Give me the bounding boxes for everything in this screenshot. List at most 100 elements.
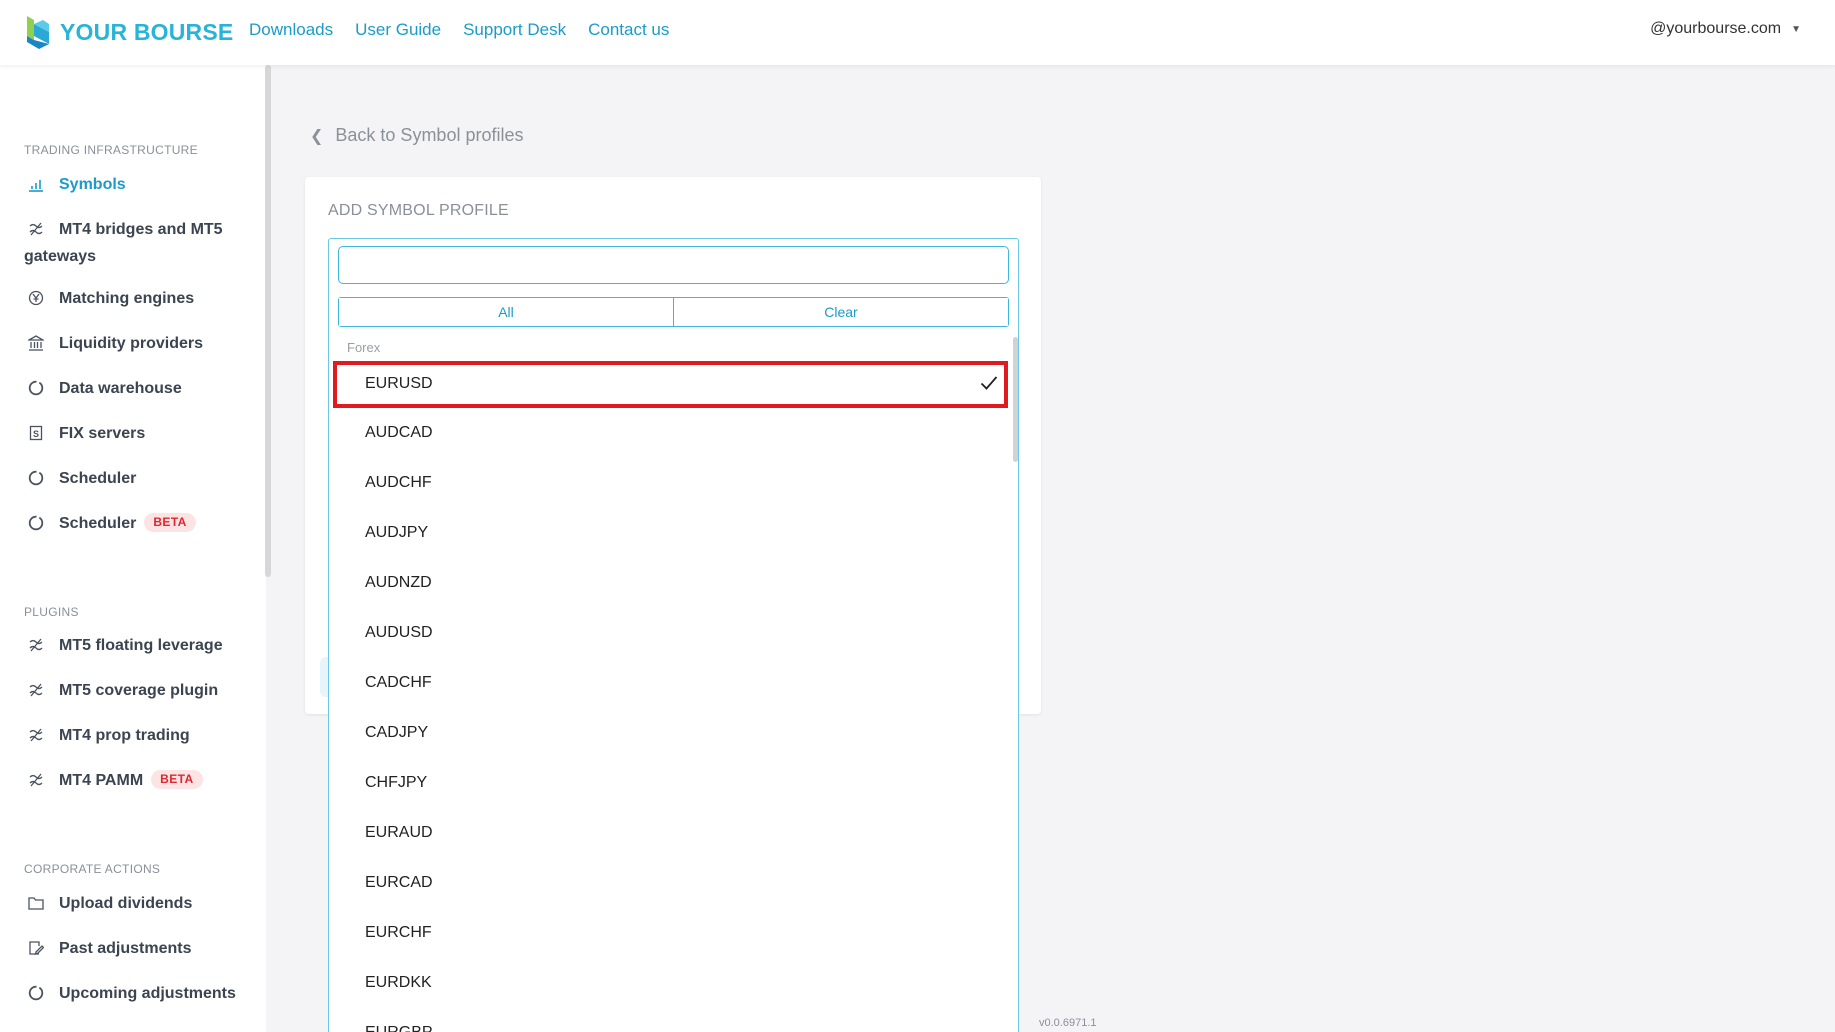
top-nav: Downloads User Guide Support Desk Contac… bbox=[249, 20, 691, 40]
bar-chart-icon bbox=[29, 180, 43, 192]
symbol-multiselect-dropdown: All Clear Forex EURUSD AUDCAD AUDCHF AUD… bbox=[328, 238, 1019, 1032]
brand-logo[interactable]: YOUR BOURSE bbox=[25, 14, 233, 50]
select-actions: All Clear bbox=[338, 297, 1009, 327]
option-chfjpy[interactable]: CHFJPY bbox=[329, 758, 1009, 808]
option-label: AUDNZD bbox=[365, 574, 432, 591]
option-cadjpy[interactable]: CADJPY bbox=[329, 708, 1009, 758]
bridge-icon bbox=[29, 773, 43, 787]
option-label: EURGBP bbox=[365, 1024, 433, 1032]
yen-circle-icon bbox=[28, 290, 44, 306]
option-eurusd[interactable]: EURUSD bbox=[333, 361, 1008, 408]
sidebar-section-title: TRADING INFRASTRUCTURE bbox=[24, 143, 198, 157]
sidebar-item-upload-dividends[interactable]: Upload dividends bbox=[28, 890, 253, 917]
checkmark-icon bbox=[980, 376, 998, 390]
top-header: YOUR BOURSE Downloads User Guide Support… bbox=[0, 0, 1835, 65]
option-audnzd[interactable]: AUDNZD bbox=[329, 558, 1009, 608]
sidebar-item-data-warehouse[interactable]: Data warehouse bbox=[28, 375, 253, 402]
nav-downloads[interactable]: Downloads bbox=[249, 20, 333, 40]
option-label: EURAUD bbox=[365, 824, 433, 841]
option-eurchf[interactable]: EURCHF bbox=[329, 908, 1009, 958]
sidebar-item-symbols[interactable]: Symbols bbox=[28, 171, 253, 198]
sidebar-item-mt5-coverage-plugin[interactable]: MT5 coverage plugin bbox=[28, 677, 253, 704]
circle-icon bbox=[28, 470, 44, 486]
sidebar-item-label: Upcoming adjustments bbox=[59, 985, 236, 1002]
option-label: EURCAD bbox=[365, 874, 433, 891]
circle-icon bbox=[28, 515, 44, 531]
bridge-icon bbox=[29, 728, 43, 742]
user-menu[interactable]: @yourbourse.com ▼ bbox=[1650, 20, 1801, 38]
clear-selection-button[interactable]: Clear bbox=[673, 298, 1008, 326]
nav-support-desk[interactable]: Support Desk bbox=[463, 20, 566, 40]
option-label: EURDKK bbox=[365, 974, 432, 991]
document-s-icon: S bbox=[29, 425, 43, 441]
option-list: EURUSD AUDCAD AUDCHF AUDJPY AUDNZD AUDUS… bbox=[329, 361, 1009, 1032]
back-link-label: Back to Symbol profiles bbox=[335, 125, 524, 145]
option-label: AUDCHF bbox=[365, 474, 432, 491]
option-eurgbp[interactable]: EURGBP bbox=[329, 1008, 1009, 1032]
sidebar-item-fix-servers[interactable]: S FIX servers bbox=[28, 420, 253, 447]
sidebar-item-upcoming-adjustments[interactable]: Upcoming adjustments bbox=[28, 980, 253, 1007]
option-audchf[interactable]: AUDCHF bbox=[329, 458, 1009, 508]
dropdown-scrollbar[interactable] bbox=[1013, 337, 1018, 462]
sidebar-item-bridges[interactable]: MT4 bridges and MT5 gateways bbox=[24, 216, 253, 270]
brand-name: YOUR BOURSE bbox=[60, 18, 234, 45]
logo-mark-icon bbox=[27, 16, 49, 49]
sidebar-item-label: MT4 prop trading bbox=[59, 727, 190, 744]
sidebar-item-label: Liquidity providers bbox=[59, 335, 204, 352]
sidebar-item-label: MT4 PAMM bbox=[59, 772, 144, 789]
bridge-icon bbox=[29, 638, 43, 652]
sidebar-item-label: FIX servers bbox=[59, 425, 146, 442]
sidebar-item-label-line2: gateways bbox=[24, 248, 97, 265]
option-audcad[interactable]: AUDCAD bbox=[329, 408, 1009, 458]
nav-user-guide[interactable]: User Guide bbox=[355, 20, 441, 40]
sidebar-item-label: Past adjustments bbox=[59, 940, 192, 957]
sidebar-section-title: CORPORATE ACTIONS bbox=[24, 862, 161, 876]
sidebar-item-label: MT4 bridges and MT5 bbox=[59, 221, 223, 238]
option-group-label: Forex bbox=[347, 340, 381, 355]
option-label: CADCHF bbox=[365, 674, 432, 691]
sidebar-item-label: Data warehouse bbox=[59, 380, 182, 397]
option-eurcad[interactable]: EURCAD bbox=[329, 858, 1009, 908]
option-audusd[interactable]: AUDUSD bbox=[329, 608, 1009, 658]
caret-down-icon: ▼ bbox=[1791, 23, 1801, 35]
sidebar-item-scheduler[interactable]: Scheduler bbox=[28, 465, 253, 492]
sidebar-item-past-adjustments[interactable]: Past adjustments bbox=[28, 935, 253, 962]
circle-icon bbox=[28, 380, 44, 396]
option-cadchf[interactable]: CADCHF bbox=[329, 658, 1009, 708]
option-audjpy[interactable]: AUDJPY bbox=[329, 508, 1009, 558]
symbol-search-input[interactable] bbox=[338, 246, 1009, 284]
folder-icon bbox=[28, 897, 44, 910]
sidebar-item-label: Symbols bbox=[59, 176, 126, 193]
option-label: AUDCAD bbox=[365, 424, 433, 441]
sidebar-item-matching-engines[interactable]: Matching engines bbox=[28, 285, 253, 312]
sidebar bbox=[0, 65, 266, 1032]
option-label: EURCHF bbox=[365, 924, 432, 941]
sidebar-item-label: Scheduler bbox=[59, 470, 137, 487]
card-title: ADD SYMBOL PROFILE bbox=[328, 202, 509, 219]
svg-text:S: S bbox=[33, 429, 39, 439]
sidebar-item-label: Scheduler bbox=[59, 515, 137, 532]
sidebar-item-scheduler-beta[interactable]: Scheduler BETA bbox=[28, 510, 253, 537]
beta-badge: BETA bbox=[151, 770, 203, 789]
edit-document-icon bbox=[29, 941, 44, 955]
bank-icon bbox=[28, 335, 44, 351]
bridge-icon bbox=[29, 683, 43, 697]
option-eurdkk[interactable]: EURDKK bbox=[329, 958, 1009, 1008]
option-label: CHFJPY bbox=[365, 774, 428, 791]
sidebar-item-mt4-prop-trading[interactable]: MT4 prop trading bbox=[28, 722, 253, 749]
sidebar-item-label: Matching engines bbox=[59, 290, 195, 307]
option-label: CADJPY bbox=[365, 724, 429, 741]
back-to-symbol-profiles-link[interactable]: ❮ Back to Symbol profiles bbox=[310, 125, 523, 146]
sidebar-scrollbar[interactable] bbox=[265, 65, 271, 577]
sidebar-item-liquidity-providers[interactable]: Liquidity providers bbox=[28, 330, 253, 357]
option-euraud[interactable]: EURAUD bbox=[329, 808, 1009, 858]
select-all-button[interactable]: All bbox=[339, 298, 673, 326]
nav-contact-us[interactable]: Contact us bbox=[588, 20, 669, 40]
sidebar-item-mt5-floating-leverage[interactable]: MT5 floating leverage bbox=[28, 632, 253, 659]
option-label: AUDUSD bbox=[365, 624, 433, 641]
app-version: v0.0.6971.1 bbox=[1039, 1017, 1097, 1029]
beta-badge: BETA bbox=[144, 513, 196, 532]
sidebar-item-mt4-pamm[interactable]: MT4 PAMM BETA bbox=[28, 767, 253, 794]
chevron-left-icon: ❮ bbox=[310, 127, 324, 145]
bridge-icon bbox=[29, 222, 43, 236]
